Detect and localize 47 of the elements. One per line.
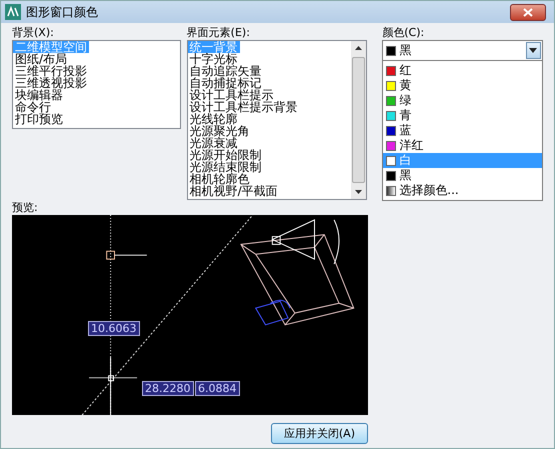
color-option[interactable]: 洋红 [383, 138, 542, 153]
color-dropdown[interactable]: 黑 [382, 40, 543, 61]
color-option[interactable]: 绿 [383, 93, 542, 108]
background-list[interactable]: 二维模型空间 图纸/布局 三维平行投影 三维透视投影 块编辑器 命令行 打印预览 [12, 40, 181, 129]
list-item[interactable]: 光源开始限制 [188, 149, 264, 161]
dimension-label: 6.0884 [195, 381, 240, 396]
list-item[interactable]: 光线轮廓 [188, 113, 240, 125]
list-item[interactable]: 自动捕捉标记 [188, 77, 264, 89]
list-item[interactable]: 光源结束限制 [188, 161, 264, 173]
list-item[interactable]: 设计工具栏提示背景 [188, 101, 300, 113]
interface-elements-list[interactable]: 统一背景 十字光标 自动追踪矢量 自动捕捉标记 设计工具栏提示 设计工具栏提示背景 光线轮廓 光源聚光角 光源衰减 光源开始限制 光源结束限制 相机轮廓色 相机视野/平截面 [186, 40, 368, 200]
interface-elements-label: 界面元素(E): [186, 26, 250, 40]
list-item[interactable]: 命令行 [13, 101, 53, 113]
list-item[interactable]: 三维透视投影 [13, 77, 89, 89]
color-option[interactable]: 青 [383, 108, 542, 123]
app-icon [5, 4, 21, 20]
list-item[interactable]: 打印预览 [13, 113, 65, 125]
list-item[interactable]: 自动追踪矢量 [188, 65, 264, 77]
preview-label: 预览: [12, 201, 38, 215]
list-item[interactable]: 相机视野/平截面 [188, 185, 280, 197]
list-item[interactable]: 图纸/布局 [13, 53, 70, 65]
color-label: 颜色(C): [382, 26, 424, 40]
list-item[interactable]: 三维平行投影 [13, 65, 89, 77]
scroll-down-icon[interactable] [355, 190, 362, 194]
list-item[interactable]: 光源聚光角 [188, 125, 252, 137]
list-item[interactable]: 相机轮廓色 [188, 173, 252, 185]
background-label: 背景(X): [12, 26, 54, 40]
dimension-label: 28.2280 [142, 381, 194, 396]
window-title: 图形窗口颜色 [26, 4, 99, 20]
close-icon [523, 8, 533, 16]
list-item[interactable]: 光源衰减 [188, 137, 240, 149]
scroll-up-icon[interactable] [355, 46, 362, 50]
apply-close-button[interactable]: 应用并关闭(A) [270, 423, 368, 444]
dimension-label: 10.6063 [88, 321, 140, 336]
scrollbar-thumb[interactable] [352, 57, 366, 183]
color-option[interactable]: 黑 [383, 168, 542, 183]
close-button[interactable] [510, 4, 546, 20]
color-option[interactable]: 选择颜色... [383, 183, 542, 198]
list-item[interactable]: 十字光标 [188, 53, 240, 65]
palette-icon [386, 186, 396, 196]
color-option[interactable]: 黄 [383, 78, 542, 93]
color-option[interactable]: 蓝 [383, 123, 542, 138]
list-item[interactable]: 块编辑器 [13, 89, 65, 101]
scrollbar[interactable] [351, 41, 366, 199]
color-options-list[interactable]: 红 黄 绿 青 蓝 洋红 白 黑 选择颜色... [382, 61, 543, 201]
color-option[interactable]: 红 [383, 63, 542, 78]
list-item[interactable]: 设计工具栏提示 [188, 89, 276, 101]
